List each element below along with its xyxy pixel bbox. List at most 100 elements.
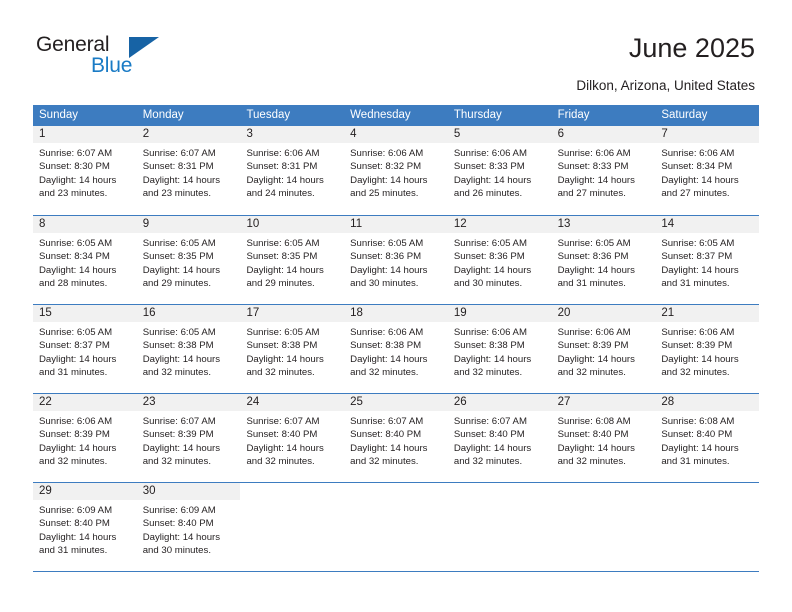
calendar-day-cell[interactable]: 25 Sunrise: 6:07 AM Sunset: 8:40 PM Dayligh… <box>344 394 448 482</box>
sunrise-text: Sunrise: 6:05 AM <box>246 238 320 249</box>
day-number: 23 <box>142 396 156 408</box>
day-detail-lines: Sunrise: 6:06 AM Sunset: 8:32 PM Daylight:… <box>344 143 448 200</box>
calendar-day-cell[interactable]: 15 Sunrise: 6:05 AM Sunset: 8:37 PM Dayligh… <box>33 305 137 393</box>
day-detail-lines <box>344 500 448 504</box>
calendar-day-cell[interactable]: 24 Sunrise: 6:07 AM Sunset: 8:40 PM Dayligh… <box>240 394 345 482</box>
day-number: 12 <box>453 218 467 230</box>
day-number: 7 <box>661 128 668 140</box>
day-number-band: 6 <box>551 126 656 143</box>
day-number: 5 <box>453 128 461 140</box>
day-detail-lines: Sunrise: 6:06 AM Sunset: 8:34 PM Daylight:… <box>655 143 759 200</box>
day-number-band: 25 <box>344 394 448 411</box>
day-number: 25 <box>350 396 363 408</box>
sunrise-text: Sunrise: 6:05 AM <box>246 327 320 338</box>
day-number: 16 <box>142 307 156 319</box>
day-detail-lines: Sunrise: 6:06 AM Sunset: 8:38 PM Daylight:… <box>448 322 552 379</box>
sunset-text: Sunset: 8:31 PM <box>246 161 318 173</box>
calendar-day-cell[interactable]: 9 Sunrise: 6:05 AM Sunset: 8:35 PM Daylight… <box>136 216 241 304</box>
daylight-text: Daylight: 14 hours <box>557 442 635 454</box>
calendar-day-cell[interactable]: 27 Sunrise: 6:08 AM Sunset: 8:40 PM Dayligh… <box>551 394 656 482</box>
sunrise-text: Sunrise: 6:07 AM <box>39 148 113 159</box>
day-number-band: 17 <box>240 305 345 322</box>
calendar-day-cell[interactable]: 4 Sunrise: 6:06 AM Sunset: 8:32 PM Daylight… <box>344 126 448 214</box>
daylight-text: and 32 minutes. <box>142 455 211 467</box>
brand-logo[interactable]: General Blue <box>36 33 236 83</box>
day-number-band: 11 <box>344 216 448 233</box>
daylight-text: Daylight: 14 hours <box>661 264 739 276</box>
calendar-week-row: 8 Sunrise: 6:05 AM Sunset: 8:34 PM Daylight… <box>33 215 760 304</box>
day-number-band: 13 <box>551 216 656 233</box>
sunrise-text: Sunrise: 6:05 AM <box>39 327 113 338</box>
calendar-day-cell[interactable]: 3 Sunrise: 6:06 AM Sunset: 8:31 PM Daylight… <box>240 126 345 214</box>
day-number: 13 <box>557 218 571 230</box>
sunset-text: Sunset: 8:34 PM <box>661 161 733 173</box>
sunset-text: Sunset: 8:38 PM <box>350 340 422 352</box>
day-number-band <box>655 483 760 500</box>
weekday-header-friday: Friday <box>557 109 590 121</box>
day-number-band: 19 <box>447 305 552 322</box>
daylight-text: Daylight: 14 hours <box>39 353 117 365</box>
day-detail-lines: Sunrise: 6:06 AM Sunset: 8:39 PM Daylight:… <box>655 322 759 379</box>
calendar-day-cell[interactable]: 17 Sunrise: 6:05 AM Sunset: 8:38 PM Dayligh… <box>240 305 345 393</box>
sunset-text: Sunset: 8:40 PM <box>350 429 422 441</box>
weekday-header-sunday: Sunday <box>39 109 79 121</box>
calendar-day-cell[interactable]: 22 Sunrise: 6:06 AM Sunset: 8:39 PM Dayligh… <box>33 394 137 482</box>
daylight-text: Daylight: 14 hours <box>453 174 532 186</box>
sunrise-text: Sunrise: 6:07 AM <box>246 416 320 427</box>
sunset-text: Sunset: 8:37 PM <box>39 340 110 352</box>
calendar-day-cell[interactable]: 1 Sunrise: 6:07 AM Sunset: 8:30 PM Daylight… <box>33 126 137 214</box>
calendar-day-cell[interactable]: 26 Sunrise: 6:07 AM Sunset: 8:40 PM Dayligh… <box>447 394 552 482</box>
calendar-day-cell[interactable]: 14 Sunrise: 6:05 AM Sunset: 8:37 PM Dayligh… <box>655 216 760 304</box>
sunrise-text: Sunrise: 6:07 AM <box>350 416 424 427</box>
calendar-week-row: 29 Sunrise: 6:09 AM Sunset: 8:40 PM Dayligh… <box>33 482 760 571</box>
calendar-day-cell[interactable]: 16 Sunrise: 6:05 AM Sunset: 8:38 PM Dayligh… <box>136 305 241 393</box>
sunset-text: Sunset: 8:40 PM <box>661 429 733 441</box>
calendar-weeks: 1 Sunrise: 6:07 AM Sunset: 8:30 PM Daylight… <box>33 126 760 571</box>
day-detail-lines: Sunrise: 6:05 AM Sunset: 8:35 PM Daylight:… <box>240 233 344 290</box>
weekday-header-wednesday: Wednesday <box>350 109 411 121</box>
calendar-day-cell[interactable]: 23 Sunrise: 6:07 AM Sunset: 8:39 PM Dayligh… <box>136 394 241 482</box>
day-number-band: 21 <box>655 305 760 322</box>
day-detail-lines: Sunrise: 6:06 AM Sunset: 8:31 PM Daylight:… <box>240 143 344 200</box>
day-number-band: 29 <box>33 483 137 500</box>
day-detail-lines: Sunrise: 6:07 AM Sunset: 8:39 PM Daylight:… <box>137 411 241 468</box>
sunrise-text: Sunrise: 6:05 AM <box>557 238 631 249</box>
daylight-text: Daylight: 14 hours <box>661 442 739 454</box>
daylight-text: Daylight: 14 hours <box>39 531 117 543</box>
calendar-day-cell[interactable]: 28 Sunrise: 6:08 AM Sunset: 8:40 PM Dayligh… <box>655 394 760 482</box>
daylight-text: and 23 minutes. <box>39 187 108 199</box>
day-number: 2 <box>142 128 150 140</box>
calendar-day-cell[interactable]: 30 Sunrise: 6:09 AM Sunset: 8:40 PM Dayligh… <box>136 483 241 571</box>
calendar-day-cell[interactable]: 10 Sunrise: 6:05 AM Sunset: 8:35 PM Dayligh… <box>240 216 345 304</box>
calendar-day-cell[interactable]: 19 Sunrise: 6:06 AM Sunset: 8:38 PM Dayligh… <box>447 305 552 393</box>
sunrise-text: Sunrise: 6:06 AM <box>557 148 631 159</box>
calendar-day-cell[interactable]: 2 Sunrise: 6:07 AM Sunset: 8:31 PM Daylight… <box>136 126 241 214</box>
day-detail-lines: Sunrise: 6:06 AM Sunset: 8:39 PM Daylight:… <box>33 411 137 468</box>
daylight-text: and 32 minutes. <box>557 455 626 467</box>
calendar-day-cell[interactable]: 29 Sunrise: 6:09 AM Sunset: 8:40 PM Dayligh… <box>33 483 137 571</box>
day-number: 15 <box>39 307 52 319</box>
calendar-day-cell[interactable]: 13 Sunrise: 6:05 AM Sunset: 8:36 PM Dayligh… <box>551 216 656 304</box>
daylight-text: and 29 minutes. <box>246 277 315 289</box>
sunset-text: Sunset: 8:40 PM <box>39 518 110 530</box>
daylight-text: Daylight: 14 hours <box>350 264 428 276</box>
calendar-day-cell[interactable]: 11 Sunrise: 6:05 AM Sunset: 8:36 PM Dayligh… <box>344 216 448 304</box>
calendar-day-cell[interactable]: 12 Sunrise: 6:05 AM Sunset: 8:36 PM Dayligh… <box>447 216 552 304</box>
calendar-day-cell[interactable]: 7 Sunrise: 6:06 AM Sunset: 8:34 PM Daylight… <box>655 126 760 214</box>
day-number-band: 15 <box>33 305 137 322</box>
calendar-day-cell[interactable]: 18 Sunrise: 6:06 AM Sunset: 8:38 PM Dayligh… <box>344 305 448 393</box>
day-number: 9 <box>142 218 150 230</box>
calendar-day-cell[interactable]: 21 Sunrise: 6:06 AM Sunset: 8:39 PM Dayligh… <box>655 305 760 393</box>
calendar-day-cell[interactable]: 20 Sunrise: 6:06 AM Sunset: 8:39 PM Dayligh… <box>551 305 656 393</box>
calendar-day-cell[interactable]: 5 Sunrise: 6:06 AM Sunset: 8:33 PM Daylight… <box>447 126 552 214</box>
sunrise-text: Sunrise: 6:05 AM <box>453 238 527 249</box>
daylight-text: and 31 minutes. <box>661 455 730 467</box>
sunrise-text: Sunrise: 6:06 AM <box>557 327 631 338</box>
calendar-day-cell[interactable]: 8 Sunrise: 6:05 AM Sunset: 8:34 PM Daylight… <box>33 216 137 304</box>
day-detail-lines: Sunrise: 6:06 AM Sunset: 8:33 PM Daylight:… <box>552 143 656 200</box>
daylight-text: and 26 minutes. <box>453 187 523 199</box>
day-number: 20 <box>557 307 571 319</box>
daylight-text: Daylight: 14 hours <box>142 264 221 276</box>
calendar-day-cell[interactable]: 6 Sunrise: 6:06 AM Sunset: 8:33 PM Daylight… <box>551 126 656 214</box>
sunset-text: Sunset: 8:33 PM <box>453 161 525 173</box>
